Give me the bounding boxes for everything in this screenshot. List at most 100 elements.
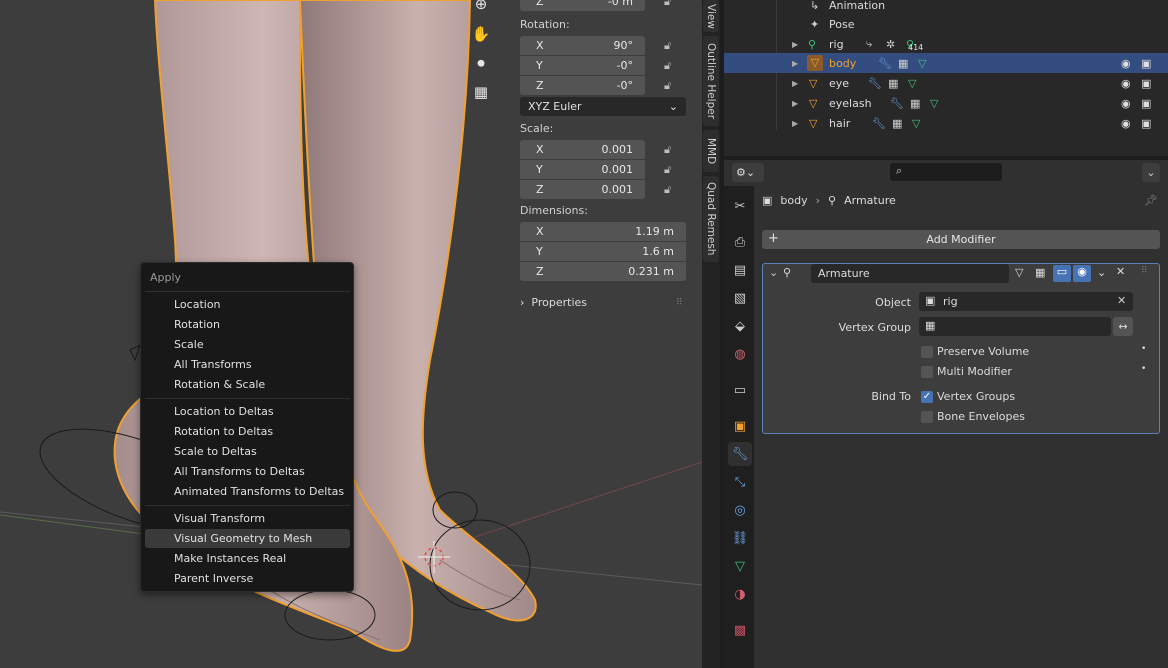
rotation-z-field[interactable]: Z -0° <box>520 76 645 95</box>
lock-icon[interactable]: 🔓︎ <box>664 143 680 157</box>
tab-mmd[interactable]: MMD <box>703 130 719 172</box>
outliner-row-animation[interactable]: ↳ Animation <box>724 0 1168 15</box>
outliner-row-eye[interactable]: ▶ ▽ eye 🔧︎ ▦ ▽ ◉ ▣ <box>724 73 1168 93</box>
scene-tab-icon[interactable]: ⬙ <box>728 314 752 338</box>
editor-type-dropdown[interactable]: ⚙⌄ <box>732 163 764 182</box>
camera-render-icon[interactable]: ▣ <box>1141 97 1151 110</box>
lock-icon[interactable]: 🔓︎ <box>664 79 680 93</box>
object-field[interactable]: ▣ rig ✕ <box>919 292 1133 311</box>
data-tab-icon[interactable]: ▽ <box>728 554 752 578</box>
eye-icon[interactable]: ◉ <box>1121 97 1131 110</box>
menu-item-visual-geometry-to-mesh[interactable]: Visual Geometry to Mesh <box>145 529 350 548</box>
clear-icon[interactable]: ✕ <box>1117 294 1126 307</box>
multi-modifier-checkbox[interactable] <box>921 366 933 378</box>
expand-arrow-icon[interactable]: ▶ <box>792 119 798 128</box>
bone-envelopes-checkbox[interactable] <box>921 411 933 423</box>
tab-outline-helper[interactable]: Outline Helper <box>703 36 719 126</box>
eye-icon[interactable]: ◉ <box>1121 117 1131 130</box>
outliner-row-rig[interactable]: ▶ ⚲ rig ⤷ ✲ ⚲ 414 <box>724 34 1168 54</box>
tab-quad-remesh[interactable]: Quad Remesh <box>703 176 719 262</box>
menu-item-make-instances-real[interactable]: Make Instances Real <box>145 549 350 568</box>
perspective-grid-icon[interactable]: ▦ <box>468 80 494 104</box>
location-z-field[interactable]: Z -0 m <box>520 0 645 11</box>
invert-arrows-icon[interactable]: ↔ <box>1113 317 1133 336</box>
edit-mode-icon[interactable]: ▽ <box>1015 266 1023 279</box>
material-tab-icon[interactable]: ◑ <box>728 582 752 606</box>
keyframe-dot-icon[interactable]: • <box>1141 344 1146 354</box>
tool-tab-icon[interactable]: ✂ <box>728 194 752 218</box>
preserve-volume-checkbox[interactable] <box>921 346 933 358</box>
modifier-tab-icon[interactable]: 🔧︎ <box>728 442 752 466</box>
menu-item-parent-inverse[interactable]: Parent Inverse <box>145 569 350 588</box>
texture-tab-icon[interactable]: ▩ <box>728 618 752 642</box>
lock-icon[interactable]: 🔓︎ <box>664 183 680 197</box>
menu-item-scale-deltas[interactable]: Scale to Deltas <box>145 442 350 461</box>
constraints-tab-icon[interactable]: ⛓ <box>728 526 752 550</box>
dimensions-y-field[interactable]: Y 1.6 m <box>520 242 686 261</box>
drag-handle-icon[interactable]: ⠿ <box>1141 266 1148 276</box>
world-tab-icon[interactable]: ◍ <box>728 342 752 366</box>
camera-render-icon[interactable]: ▣ <box>1141 117 1151 130</box>
outliner-row-body[interactable]: ▶ ▽ body 🔧︎ ▦ ▽ ◉ ▣ <box>724 53 1168 73</box>
lock-icon[interactable]: 🔓︎ <box>664 163 680 177</box>
view-layer-tab-icon[interactable]: ▧ <box>728 286 752 310</box>
on-cage-icon[interactable]: ▦ <box>1035 266 1045 279</box>
menu-item-location[interactable]: Location <box>145 295 350 314</box>
eye-icon[interactable]: ◉ <box>1121 77 1131 90</box>
menu-item-rotation-deltas[interactable]: Rotation to Deltas <box>145 422 350 441</box>
menu-item-visual-transform[interactable]: Visual Transform <box>145 509 350 528</box>
scale-z-field[interactable]: Z 0.001 <box>520 180 645 199</box>
expand-arrow-icon[interactable]: ▶ <box>792 59 798 68</box>
tab-view[interactable]: View <box>703 0 719 32</box>
vertex-group-field[interactable]: ▦ <box>919 317 1111 336</box>
rotation-x-field[interactable]: X 90° <box>520 36 645 55</box>
outliner-row-pose[interactable]: ✦ Pose <box>724 14 1168 34</box>
menu-item-scale[interactable]: Scale <box>145 335 350 354</box>
chevron-down-icon[interactable]: ⌄ <box>1097 266 1106 279</box>
scale-y-field[interactable]: Y 0.001 <box>520 160 645 179</box>
render-tab-icon[interactable]: ⎙ <box>728 230 752 254</box>
keyframe-dot-icon[interactable]: • <box>1141 364 1146 374</box>
menu-item-animated-transforms-deltas[interactable]: Animated Transforms to Deltas <box>145 482 350 501</box>
3d-viewport[interactable]: ⊕ ✋ ⏺ ▦ Z -0 m 🔓︎ Rotation: X 90° Y -0° … <box>0 0 702 668</box>
scale-x-field[interactable]: X 0.001 <box>520 140 645 159</box>
pan-hand-icon[interactable]: ✋ <box>468 22 494 46</box>
menu-item-location-deltas[interactable]: Location to Deltas <box>145 402 350 421</box>
camera-render-icon[interactable]: ▣ <box>1141 57 1151 70</box>
physics-tab-icon[interactable]: ◎ <box>728 498 752 522</box>
dimensions-z-field[interactable]: Z 0.231 m <box>520 262 686 281</box>
expand-arrow-icon[interactable]: ▶ <box>792 79 798 88</box>
vertex-groups-checkbox[interactable]: ✓ <box>921 391 933 403</box>
close-icon[interactable]: ✕ <box>1116 265 1125 278</box>
eye-icon[interactable]: ◉ <box>1121 57 1131 70</box>
collapse-chevron-icon[interactable]: ⌄ <box>769 266 778 279</box>
menu-item-rotation-scale[interactable]: Rotation & Scale <box>145 375 350 394</box>
outliner-row-eyelash[interactable]: ▶ ▽ eyelash 🔧︎ ▦ ▽ ◉ ▣ <box>724 93 1168 113</box>
drag-handle-icon[interactable]: ⠿ <box>676 298 683 308</box>
camera-render-icon[interactable]: ▣ <box>1141 77 1151 90</box>
realtime-display-icon[interactable]: ▭ <box>1053 265 1071 282</box>
rotation-mode-dropdown[interactable]: XYZ Euler ⌄ <box>520 97 686 116</box>
render-camera-icon[interactable]: ◉ <box>1073 265 1091 282</box>
menu-item-all-transforms-deltas[interactable]: All Transforms to Deltas <box>145 462 350 481</box>
object-tab-icon[interactable]: ▣ <box>728 414 752 438</box>
expand-arrow-icon[interactable]: ▶ <box>792 99 798 108</box>
lock-icon[interactable]: 🔓︎ <box>664 59 680 73</box>
properties-subpanel-header[interactable]: › Properties <box>520 296 587 309</box>
camera-view-icon[interactable]: ⏺ <box>468 51 494 75</box>
menu-item-rotation[interactable]: Rotation <box>145 315 350 334</box>
menu-item-all-transforms[interactable]: All Transforms <box>145 355 350 374</box>
particles-tab-icon[interactable]: ⤡ <box>728 470 752 494</box>
rotation-y-field[interactable]: Y -0° <box>520 56 645 75</box>
options-dropdown[interactable]: ⌄ <box>1142 163 1160 182</box>
lock-icon[interactable]: 🔓︎ <box>664 39 680 53</box>
zoom-icon[interactable]: ⊕ <box>468 0 494 16</box>
collection-tab-icon[interactable]: ▭ <box>728 378 752 402</box>
add-modifier-button[interactable]: + Add Modifier <box>762 230 1160 249</box>
modifier-name-input[interactable]: Armature <box>811 264 1009 283</box>
expand-arrow-icon[interactable]: ▶ <box>792 40 798 49</box>
outliner-row-hair[interactable]: ▶ ▽ hair 🔧︎ ▦ ▽ ◉ ▣ <box>724 113 1168 133</box>
output-tab-icon[interactable]: ▤ <box>728 258 752 282</box>
properties-search-input[interactable]: ⌕ <box>890 163 1002 181</box>
lock-icon[interactable]: 🔓︎ <box>664 0 680 9</box>
